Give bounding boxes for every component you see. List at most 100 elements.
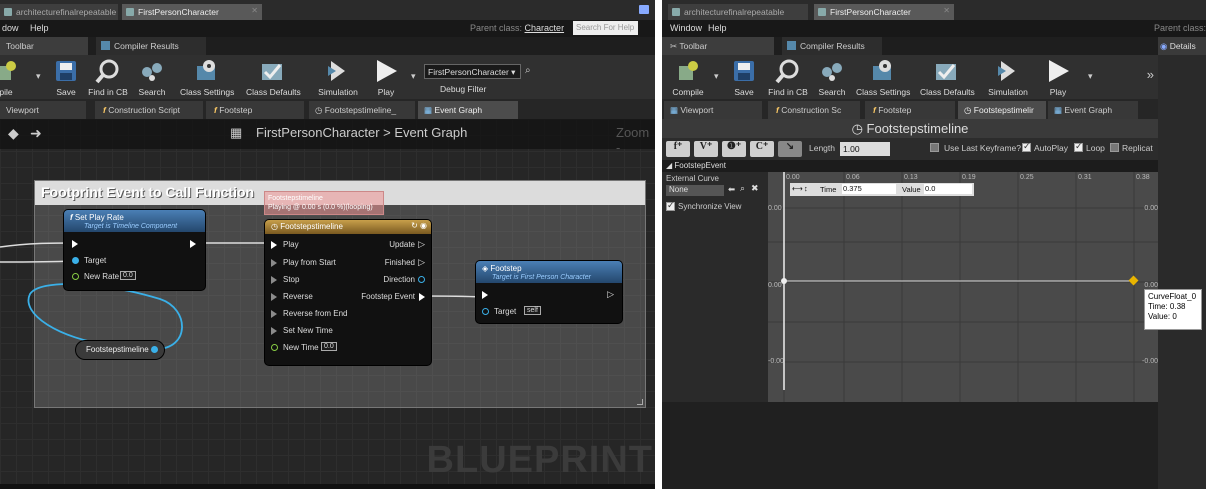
- find-in-cb-button[interactable]: Find in CB: [88, 57, 128, 97]
- parent-class-link[interactable]: Character: [525, 23, 565, 33]
- compile-dropdown-icon[interactable]: ▾: [714, 71, 719, 82]
- tab-compiler-results[interactable]: Compiler Results: [96, 37, 206, 55]
- set-new-time-pin[interactable]: [271, 327, 277, 335]
- save-button[interactable]: Save: [724, 57, 764, 97]
- zoom-to-fit-horizontal-icon[interactable]: ⟷: [792, 184, 803, 193]
- play-pin[interactable]: [271, 241, 277, 249]
- time-input[interactable]: 0.375: [842, 184, 896, 194]
- variable-output-pin[interactable]: [151, 346, 158, 353]
- loop-checkbox[interactable]: [1074, 141, 1083, 152]
- exec-out-pin[interactable]: ▷: [607, 289, 614, 300]
- value-input[interactable]: 0.0: [924, 184, 972, 194]
- exec-in-pin[interactable]: [482, 291, 488, 299]
- play-dropdown-icon[interactable]: ▾: [1088, 71, 1093, 82]
- use-selected-icon[interactable]: ⬅: [728, 184, 735, 195]
- external-curve-select[interactable]: None: [666, 185, 724, 196]
- doc-tab-level[interactable]: architecturefinalrepeatable: [0, 4, 118, 20]
- add-float-track-button[interactable]: f⁺: [666, 141, 690, 157]
- class-defaults-button[interactable]: Class Defaults: [246, 57, 301, 97]
- tab-construction-script[interactable]: f Construction Sc: [768, 101, 860, 119]
- close-icon[interactable]: ✕: [251, 6, 258, 15]
- simulation-button[interactable]: Simulation: [988, 57, 1028, 97]
- class-settings-button[interactable]: Class Settings: [180, 57, 234, 97]
- doc-tab-character[interactable]: FirstPersonCharacter ✕: [814, 4, 954, 20]
- track-header[interactable]: ◢ FootstepEvent: [662, 160, 1158, 172]
- save-button[interactable]: Save: [46, 57, 86, 97]
- tab-footstepstimeline[interactable]: ◷ Footstepstimelir: [958, 101, 1046, 119]
- tab-viewport[interactable]: Viewport: [0, 101, 86, 119]
- timeline-node[interactable]: ◷ Footstepstimeline ↻ ◉ Play Play from S…: [265, 220, 431, 365]
- synchronize-view-checkbox[interactable]: [666, 200, 675, 211]
- curve-editor[interactable]: 0.00 0.06 0.13 0.19 0.25 0.31 0.38 ⟷ ↕ T…: [768, 172, 1158, 402]
- notification-icon[interactable]: [639, 5, 649, 14]
- tab-footstep[interactable]: f Footstep: [865, 101, 955, 119]
- tab-event-graph[interactable]: ▦ Event Graph: [418, 101, 518, 119]
- menu-window[interactable]: dow: [2, 23, 19, 33]
- target-self-input[interactable]: self: [524, 306, 541, 315]
- search-button[interactable]: Search: [812, 57, 852, 97]
- clear-icon[interactable]: ✖: [751, 183, 759, 194]
- reverse-pin[interactable]: [271, 293, 277, 301]
- menu-help[interactable]: Help: [708, 23, 727, 33]
- collapse-arrow-icon[interactable]: ◢: [666, 161, 672, 170]
- add-color-track-button[interactable]: C⁺: [750, 141, 774, 157]
- play-from-start-pin[interactable]: [271, 259, 277, 267]
- footstep-node[interactable]: ◈ Footstep Target is First Person Charac…: [476, 261, 622, 323]
- tab-toolbar[interactable]: ✂ Toolbar: [662, 37, 774, 55]
- tab-viewport[interactable]: ▦ Viewport: [664, 101, 762, 119]
- search-help-input[interactable]: Search For Help: [573, 21, 638, 35]
- target-pin[interactable]: [482, 308, 489, 315]
- tab-toolbar[interactable]: Toolbar: [0, 37, 88, 55]
- footstep-event-pin[interactable]: [419, 293, 425, 301]
- compile-dropdown-icon[interactable]: ▾: [36, 71, 41, 82]
- tab-event-graph[interactable]: ▦ Event Graph: [1048, 101, 1138, 119]
- autoplay-checkbox[interactable]: [1022, 141, 1031, 152]
- update-pin[interactable]: ▷: [418, 239, 425, 250]
- new-time-pin[interactable]: [271, 344, 278, 351]
- menu-window[interactable]: Window: [670, 23, 702, 33]
- play-button[interactable]: Play: [366, 57, 406, 97]
- doc-tab-character[interactable]: FirstPersonCharacter ✕: [122, 4, 262, 20]
- finished-pin[interactable]: ▷: [418, 257, 425, 268]
- set-play-rate-node[interactable]: f Set Play Rate Target is Timeline Compo…: [64, 210, 205, 290]
- play-dropdown-icon[interactable]: ▾: [411, 71, 416, 82]
- search-icon[interactable]: ⌕: [525, 65, 531, 76]
- target-pin[interactable]: [72, 257, 79, 264]
- add-curve-button[interactable]: ↘: [778, 141, 802, 157]
- class-settings-button[interactable]: Class Settings: [856, 57, 910, 97]
- class-defaults-button[interactable]: Class Defaults: [920, 57, 975, 97]
- compile-button[interactable]: pile: [0, 57, 26, 97]
- browse-icon[interactable]: ⌕: [740, 183, 745, 194]
- more-options-icon[interactable]: »: [1147, 67, 1154, 82]
- tab-details[interactable]: ◉ Details: [1158, 37, 1206, 55]
- compile-button[interactable]: Compile: [668, 57, 708, 97]
- play-button[interactable]: Play: [1038, 57, 1078, 97]
- debug-object-select[interactable]: FirstPersonCharacter ▾: [424, 64, 521, 79]
- replicated-checkbox[interactable]: [1110, 143, 1119, 152]
- simulation-button[interactable]: Simulation: [318, 57, 358, 97]
- event-graph-canvas[interactable]: ◆ ➜ ▦ FirstPersonCharacter > Event Graph…: [0, 119, 655, 484]
- search-button[interactable]: Search: [132, 57, 172, 97]
- tab-footstepstimeline[interactable]: ◷ Footstepstimeline_: [309, 101, 415, 119]
- stop-pin[interactable]: [271, 276, 277, 284]
- new-rate-input[interactable]: 0.0: [120, 271, 136, 280]
- add-event-track-button[interactable]: ❶⁺: [722, 141, 746, 157]
- find-in-cb-button[interactable]: Find in CB: [768, 57, 808, 97]
- direction-pin[interactable]: [418, 276, 425, 283]
- add-vector-track-button[interactable]: V⁺: [694, 141, 718, 157]
- close-icon[interactable]: ✕: [943, 6, 950, 15]
- tab-construction-script[interactable]: f Construction Script: [95, 101, 203, 119]
- tab-footstep[interactable]: f Footstep: [206, 101, 304, 119]
- doc-tab-level[interactable]: architecturefinalrepeatable: [668, 4, 808, 20]
- reverse-from-end-pin[interactable]: [271, 310, 277, 318]
- exec-in-pin[interactable]: [72, 240, 78, 248]
- use-last-keyframe-checkbox[interactable]: [930, 143, 939, 152]
- length-input[interactable]: 1.00: [840, 142, 890, 156]
- menu-help[interactable]: Help: [30, 23, 49, 33]
- timeline-variable-node[interactable]: Footstepstimeline: [76, 341, 164, 359]
- exec-out-pin[interactable]: [190, 240, 196, 248]
- new-rate-pin[interactable]: [72, 273, 79, 280]
- tab-compiler-results[interactable]: Compiler Results: [782, 37, 882, 55]
- zoom-to-fit-vertical-icon[interactable]: ↕: [804, 184, 808, 193]
- new-time-input[interactable]: 0.0: [321, 342, 337, 351]
